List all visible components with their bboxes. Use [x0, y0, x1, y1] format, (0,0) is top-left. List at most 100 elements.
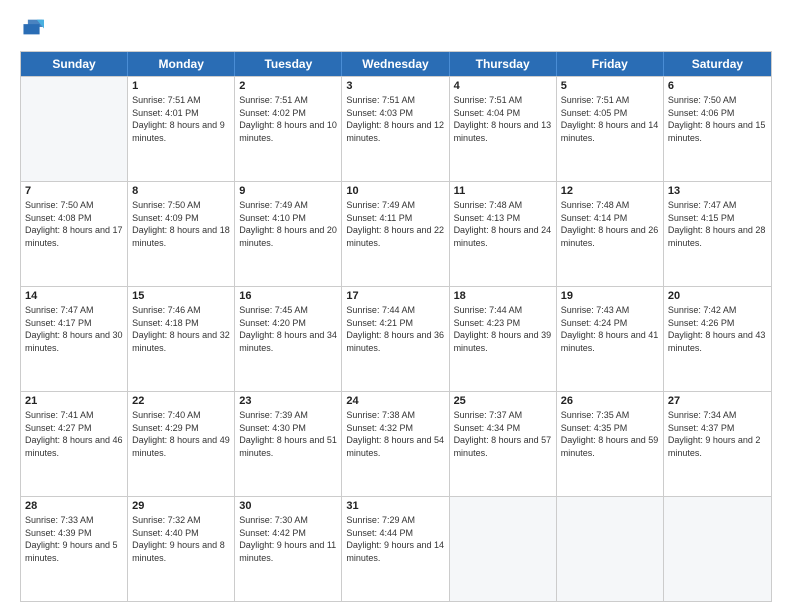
cal-week-5: 28 Sunrise: 7:33 AM Sunset: 4:39 PM Dayli…	[21, 496, 771, 601]
day-number: 3	[346, 80, 444, 92]
cal-cell-day-16: 16 Sunrise: 7:45 AM Sunset: 4:20 PM Dayli…	[235, 287, 342, 391]
cal-cell-day-14: 14Sunrise: 7:47 AM Sunset: 4:17 PM Dayli…	[21, 287, 128, 391]
cal-cell-day-10: 10 Sunrise: 7:49 AM Sunset: 4:11 PM Dayli…	[342, 182, 449, 286]
cal-cell-day-15: 15 Sunrise: 7:46 AM Sunset: 4:18 PM Dayli…	[128, 287, 235, 391]
day-number: 5	[561, 80, 659, 92]
day-info: Sunrise: 7:51 AM Sunset: 4:02 PM Dayligh…	[239, 94, 337, 144]
cal-week-1: 1 Sunrise: 7:51 AM Sunset: 4:01 PM Daylig…	[21, 76, 771, 181]
day-number: 17	[346, 290, 444, 302]
cal-cell-day-4: 4 Sunrise: 7:51 AM Sunset: 4:04 PM Daylig…	[450, 77, 557, 181]
day-info: Sunrise: 7:48 AM Sunset: 4:14 PM Dayligh…	[561, 199, 659, 249]
day-number: 14	[25, 290, 123, 302]
cal-cell-day-20: 20 Sunrise: 7:42 AM Sunset: 4:26 PM Dayli…	[664, 287, 771, 391]
day-number: 21	[25, 395, 123, 407]
cal-cell-day-22: 22 Sunrise: 7:40 AM Sunset: 4:29 PM Dayli…	[128, 392, 235, 496]
day-info: Sunrise: 7:51 AM Sunset: 4:03 PM Dayligh…	[346, 94, 444, 144]
day-info: Sunrise: 7:37 AM Sunset: 4:34 PM Dayligh…	[454, 409, 552, 459]
day-info: Sunrise: 7:49 AM Sunset: 4:11 PM Dayligh…	[346, 199, 444, 249]
day-number: 9	[239, 185, 337, 197]
cal-week-4: 21 Sunrise: 7:41 AM Sunset: 4:27 PM Dayli…	[21, 391, 771, 496]
day-number: 12	[561, 185, 659, 197]
cal-cell-day-29: 29 Sunrise: 7:32 AM Sunset: 4:40 PM Dayli…	[128, 497, 235, 601]
day-number: 28	[25, 500, 123, 512]
cal-header-tuesday: Tuesday	[235, 52, 342, 76]
day-number: 10	[346, 185, 444, 197]
day-info: Sunrise: 7:48 AM Sunset: 4:13 PM Dayligh…	[454, 199, 552, 249]
day-number: 15	[132, 290, 230, 302]
day-info: Sunrise: 7:50 AM Sunset: 4:06 PM Dayligh…	[668, 94, 767, 144]
logo	[20, 16, 48, 43]
day-number: 29	[132, 500, 230, 512]
day-info: Sunrise: 7:50 AM Sunset: 4:09 PM Dayligh…	[132, 199, 230, 249]
day-info: Sunrise: 7:51 AM Sunset: 4:05 PM Dayligh…	[561, 94, 659, 144]
day-info: Sunrise: 7:45 AM Sunset: 4:20 PM Dayligh…	[239, 304, 337, 354]
day-info: Sunrise: 7:43 AM Sunset: 4:24 PM Dayligh…	[561, 304, 659, 354]
cal-cell-day-30: 30 Sunrise: 7:30 AM Sunset: 4:42 PM Dayli…	[235, 497, 342, 601]
cal-cell-day-17: 17 Sunrise: 7:44 AM Sunset: 4:21 PM Dayli…	[342, 287, 449, 391]
day-info: Sunrise: 7:33 AM Sunset: 4:39 PM Dayligh…	[25, 514, 123, 564]
day-info: Sunrise: 7:29 AM Sunset: 4:44 PM Dayligh…	[346, 514, 444, 564]
cal-cell-day-3: 3 Sunrise: 7:51 AM Sunset: 4:03 PM Daylig…	[342, 77, 449, 181]
day-number: 19	[561, 290, 659, 302]
cal-cell-day-23: 23Sunrise: 7:39 AM Sunset: 4:30 PM Dayli…	[235, 392, 342, 496]
cal-cell-day-21: 21 Sunrise: 7:41 AM Sunset: 4:27 PM Dayli…	[21, 392, 128, 496]
cal-cell-day-5: 5 Sunrise: 7:51 AM Sunset: 4:05 PM Daylig…	[557, 77, 664, 181]
day-info: Sunrise: 7:44 AM Sunset: 4:23 PM Dayligh…	[454, 304, 552, 354]
day-number: 22	[132, 395, 230, 407]
day-number: 20	[668, 290, 767, 302]
cal-cell-day-28: 28 Sunrise: 7:33 AM Sunset: 4:39 PM Dayli…	[21, 497, 128, 601]
day-number: 2	[239, 80, 337, 92]
day-number: 30	[239, 500, 337, 512]
cal-header-wednesday: Wednesday	[342, 52, 449, 76]
calendar-header-row: SundayMondayTuesdayWednesdayThursdayFrid…	[21, 52, 771, 76]
day-number: 18	[454, 290, 552, 302]
cal-header-monday: Monday	[128, 52, 235, 76]
cal-cell-day-7: 7Sunrise: 7:50 AM Sunset: 4:08 PM Daylig…	[21, 182, 128, 286]
calendar-grid: SundayMondayTuesdayWednesdayThursdayFrid…	[20, 51, 772, 602]
day-number: 11	[454, 185, 552, 197]
day-info: Sunrise: 7:35 AM Sunset: 4:35 PM Dayligh…	[561, 409, 659, 459]
cal-cell-day-18: 18 Sunrise: 7:44 AM Sunset: 4:23 PM Dayli…	[450, 287, 557, 391]
day-info: Sunrise: 7:46 AM Sunset: 4:18 PM Dayligh…	[132, 304, 230, 354]
day-info: Sunrise: 7:40 AM Sunset: 4:29 PM Dayligh…	[132, 409, 230, 459]
cal-cell-day-12: 12 Sunrise: 7:48 AM Sunset: 4:14 PM Dayli…	[557, 182, 664, 286]
cal-week-3: 14Sunrise: 7:47 AM Sunset: 4:17 PM Dayli…	[21, 286, 771, 391]
day-info: Sunrise: 7:32 AM Sunset: 4:40 PM Dayligh…	[132, 514, 230, 564]
day-number: 13	[668, 185, 767, 197]
day-info: Sunrise: 7:44 AM Sunset: 4:21 PM Dayligh…	[346, 304, 444, 354]
calendar-page: SundayMondayTuesdayWednesdayThursdayFrid…	[0, 0, 792, 612]
day-number: 6	[668, 80, 767, 92]
cal-header-saturday: Saturday	[664, 52, 771, 76]
day-number: 31	[346, 500, 444, 512]
day-number: 4	[454, 80, 552, 92]
day-info: Sunrise: 7:51 AM Sunset: 4:04 PM Dayligh…	[454, 94, 552, 144]
day-info: Sunrise: 7:42 AM Sunset: 4:26 PM Dayligh…	[668, 304, 767, 354]
day-number: 1	[132, 80, 230, 92]
logo-icon	[22, 16, 44, 38]
day-info: Sunrise: 7:49 AM Sunset: 4:10 PM Dayligh…	[239, 199, 337, 249]
day-info: Sunrise: 7:50 AM Sunset: 4:08 PM Dayligh…	[25, 199, 123, 249]
cal-cell-day-9: 9 Sunrise: 7:49 AM Sunset: 4:10 PM Daylig…	[235, 182, 342, 286]
cal-cell-day-25: 25 Sunrise: 7:37 AM Sunset: 4:34 PM Dayli…	[450, 392, 557, 496]
page-header	[20, 16, 772, 43]
cal-cell-day-11: 11 Sunrise: 7:48 AM Sunset: 4:13 PM Dayli…	[450, 182, 557, 286]
cal-cell-day-8: 8Sunrise: 7:50 AM Sunset: 4:09 PM Daylig…	[128, 182, 235, 286]
cal-header-friday: Friday	[557, 52, 664, 76]
cal-cell-day-19: 19 Sunrise: 7:43 AM Sunset: 4:24 PM Dayli…	[557, 287, 664, 391]
day-number: 25	[454, 395, 552, 407]
day-info: Sunrise: 7:38 AM Sunset: 4:32 PM Dayligh…	[346, 409, 444, 459]
cal-cell-empty	[450, 497, 557, 601]
day-info: Sunrise: 7:51 AM Sunset: 4:01 PM Dayligh…	[132, 94, 230, 144]
cal-cell-day-27: 27Sunrise: 7:34 AM Sunset: 4:37 PM Dayli…	[664, 392, 771, 496]
day-info: Sunrise: 7:39 AM Sunset: 4:30 PM Dayligh…	[239, 409, 337, 459]
day-number: 16	[239, 290, 337, 302]
cal-header-sunday: Sunday	[21, 52, 128, 76]
cal-week-2: 7Sunrise: 7:50 AM Sunset: 4:08 PM Daylig…	[21, 181, 771, 286]
cal-cell-day-24: 24Sunrise: 7:38 AM Sunset: 4:32 PM Dayli…	[342, 392, 449, 496]
cal-cell-day-26: 26Sunrise: 7:35 AM Sunset: 4:35 PM Dayli…	[557, 392, 664, 496]
cal-cell-day-31: 31 Sunrise: 7:29 AM Sunset: 4:44 PM Dayli…	[342, 497, 449, 601]
day-info: Sunrise: 7:41 AM Sunset: 4:27 PM Dayligh…	[25, 409, 123, 459]
cal-cell-day-6: 6 Sunrise: 7:50 AM Sunset: 4:06 PM Daylig…	[664, 77, 771, 181]
day-info: Sunrise: 7:30 AM Sunset: 4:42 PM Dayligh…	[239, 514, 337, 564]
cal-header-thursday: Thursday	[450, 52, 557, 76]
